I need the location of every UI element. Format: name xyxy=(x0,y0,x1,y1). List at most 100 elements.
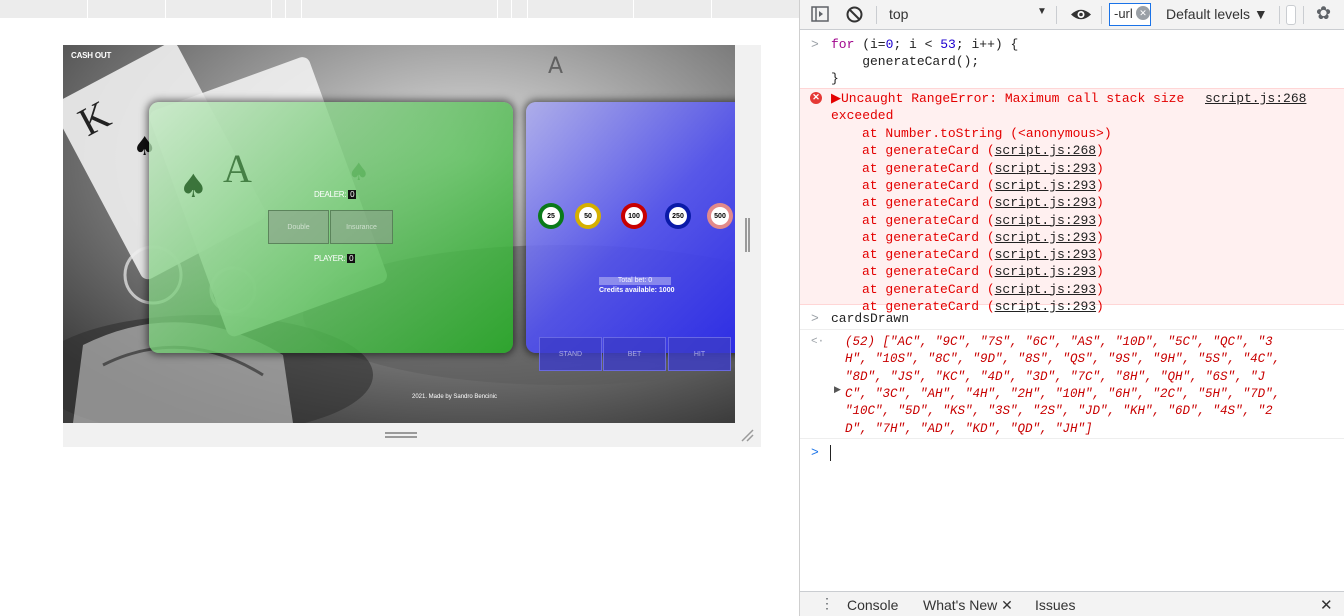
stack-frame-function: at generateCard ( xyxy=(862,247,995,263)
svg-text:♠: ♠ xyxy=(179,167,208,205)
chip-value-label: 500 xyxy=(711,207,729,225)
total-bet-label: Total bet: 0 xyxy=(599,277,671,285)
clear-console-icon[interactable] xyxy=(846,6,863,23)
stack-frame: at generateCard (script.js:293) xyxy=(862,229,1104,246)
error-source-link[interactable]: script.js:268 xyxy=(1205,90,1306,107)
tab-console[interactable]: Console xyxy=(847,597,898,613)
cash-out-button[interactable]: CASH OUT xyxy=(71,51,111,60)
stack-frame: at Number.toString (<anonymous>) xyxy=(862,125,1112,142)
close-tab-icon[interactable]: ✕ xyxy=(1001,597,1013,613)
eye-icon[interactable] xyxy=(1070,7,1092,22)
svg-text:A: A xyxy=(548,54,563,79)
error-header-continuation: exceeded xyxy=(831,108,894,123)
chip-25-button[interactable]: 25 xyxy=(538,203,564,229)
array-output-line: "10C", "5D", "KS", "3S", "2S", "JD", "KH… xyxy=(845,404,1273,419)
device-ruler xyxy=(0,0,799,18)
stack-frame-paren: ) xyxy=(1096,143,1104,159)
input-prompt-icon: > xyxy=(811,311,819,326)
stack-frame-link[interactable]: script.js:293 xyxy=(995,282,1096,297)
stack-frame-link[interactable]: script.js:268 xyxy=(995,143,1096,158)
stack-frame-function: at generateCard ( xyxy=(862,212,995,228)
footer-credit: 2021. Made by Sandro Bencinic xyxy=(412,394,498,400)
stand-button[interactable]: STAND xyxy=(539,337,602,371)
error-header[interactable]: ▶Uncaught RangeError: Maximum call stack… xyxy=(831,90,1184,107)
stack-frame-link[interactable]: script.js:293 xyxy=(995,161,1096,176)
input-code-line: cardsDrawn xyxy=(831,311,910,326)
stack-frame: at generateCard (script.js:293) xyxy=(862,281,1104,298)
resize-handle-vertical[interactable] xyxy=(745,218,750,252)
tab-issues[interactable]: Issues xyxy=(1035,597,1075,613)
stack-frame-function: at generateCard ( xyxy=(862,160,995,176)
prompt-caret-icon: > xyxy=(811,445,819,460)
error-message: ✕ ▶Uncaught RangeError: Maximum call sta… xyxy=(800,88,1344,314)
toolbar-separator xyxy=(876,6,877,24)
console-toolbar: top ▼ -url ✕ Default levels ▼ ✿ xyxy=(800,0,1344,30)
stack-frame-paren: ) xyxy=(1096,247,1104,263)
stack-frame-link[interactable]: script.js:293 xyxy=(995,264,1096,279)
chip-50-button[interactable]: 50 xyxy=(575,203,601,229)
text-cursor xyxy=(830,445,831,461)
insurance-button[interactable]: Insurance xyxy=(330,210,393,244)
sidebar-toggle-icon[interactable] xyxy=(811,6,829,22)
game-viewport: K ♠ ♠ A CASH OUT ♠ A DEALER:0 Double In xyxy=(63,45,735,423)
stack-frame-link[interactable]: script.js:293 xyxy=(995,178,1096,193)
stack-frame-function: at Number.toString (<anonymous>) xyxy=(862,126,1112,141)
stack-frame-link[interactable]: script.js:293 xyxy=(995,230,1096,245)
close-drawer-icon[interactable]: ✕ xyxy=(1320,596,1333,614)
stack-frame-function: at generateCard ( xyxy=(862,264,995,280)
chip-100-button[interactable]: 100 xyxy=(621,203,647,229)
chip-250-button[interactable]: 250 xyxy=(665,203,691,229)
stack-frame: at generateCard (script.js:293) xyxy=(862,160,1104,177)
clear-filter-icon[interactable]: ✕ xyxy=(1136,6,1150,20)
settings-gear-icon[interactable]: ✿ xyxy=(1316,3,1331,24)
stack-frame-paren: ) xyxy=(1096,160,1104,176)
log-levels-dropdown[interactable]: Default levels ▼ xyxy=(1166,6,1268,22)
input-code-line: } xyxy=(831,71,839,86)
stack-frame-link[interactable]: script.js:293 xyxy=(995,299,1096,314)
stack-frame-paren: ) xyxy=(1096,299,1104,314)
context-selector-label: top xyxy=(889,6,909,22)
hit-button[interactable]: HIT xyxy=(668,337,731,371)
chip-500-button[interactable]: 500 xyxy=(707,203,733,229)
credits-available-label: Credits available: 1000 xyxy=(599,287,675,294)
input-code-line: generateCard(); xyxy=(831,54,980,69)
array-output-line: D", "7H", "AD", "KD", "QD", "JH"] xyxy=(845,421,1093,436)
chip-value-label: 100 xyxy=(625,207,643,225)
stack-frame-paren: ) xyxy=(1096,229,1104,245)
input-prompt-icon: > xyxy=(811,37,819,52)
console-messages: > for (i=0; i < 53; i++) { generateCard(… xyxy=(800,31,1344,591)
context-selector[interactable]: top xyxy=(889,6,908,22)
stack-frame: at generateCard (script.js:293) xyxy=(862,177,1104,194)
context-dropdown-arrow-icon[interactable]: ▼ xyxy=(1037,6,1047,17)
stack-frame: at generateCard (script.js:268) xyxy=(862,142,1104,159)
player-score: 0 xyxy=(347,254,356,263)
chip-value-label: 250 xyxy=(669,207,687,225)
toolbar-separator xyxy=(1279,6,1280,24)
player-label: PLAYER: 0 xyxy=(314,254,356,263)
bet-button[interactable]: BET xyxy=(603,337,666,371)
resize-corner-icon[interactable] xyxy=(740,428,754,442)
array-output-line: (52) ["AC", "9C", "7S", "6C", "AS", "10D… xyxy=(845,335,1273,349)
issues-counter[interactable] xyxy=(1286,5,1296,25)
tab-whats-new[interactable]: What's New ✕ xyxy=(923,597,1013,614)
chip-value-label: 50 xyxy=(579,207,597,225)
input-code-line: for (i=0; i < 53; i++) { xyxy=(831,37,1019,52)
stack-frame-function: at generateCard ( xyxy=(862,281,995,297)
resize-handle-horizontal[interactable] xyxy=(385,432,417,438)
svg-text:A: A xyxy=(223,146,252,191)
stack-frame-paren: ) xyxy=(1096,281,1104,297)
stack-frame-function: at generateCard ( xyxy=(862,143,995,159)
drawer-menu-icon[interactable]: ⋮ xyxy=(820,595,834,612)
dealer-label: DEALER: 0 xyxy=(314,190,357,199)
stack-frame: at generateCard (script.js:293) xyxy=(862,246,1104,263)
dealer-score: 0 xyxy=(348,190,357,199)
expand-arrow-icon[interactable]: ▶ xyxy=(834,382,841,399)
double-button[interactable]: Double xyxy=(268,210,329,244)
stack-frame-link[interactable]: script.js:293 xyxy=(995,247,1096,262)
console-output-entry[interactable]: <· ▶ (52) ["AC", "9C", "7S", "6C", "AS",… xyxy=(800,329,1344,439)
stack-frame-function: at generateCard ( xyxy=(862,195,995,211)
stack-frame-link[interactable]: script.js:293 xyxy=(995,213,1096,228)
stack-frame-link[interactable]: script.js:293 xyxy=(995,195,1096,210)
error-header-text: ▶Uncaught RangeError: Maximum call stack… xyxy=(831,91,1185,106)
stack-frame-function: at generateCard ( xyxy=(862,229,995,245)
